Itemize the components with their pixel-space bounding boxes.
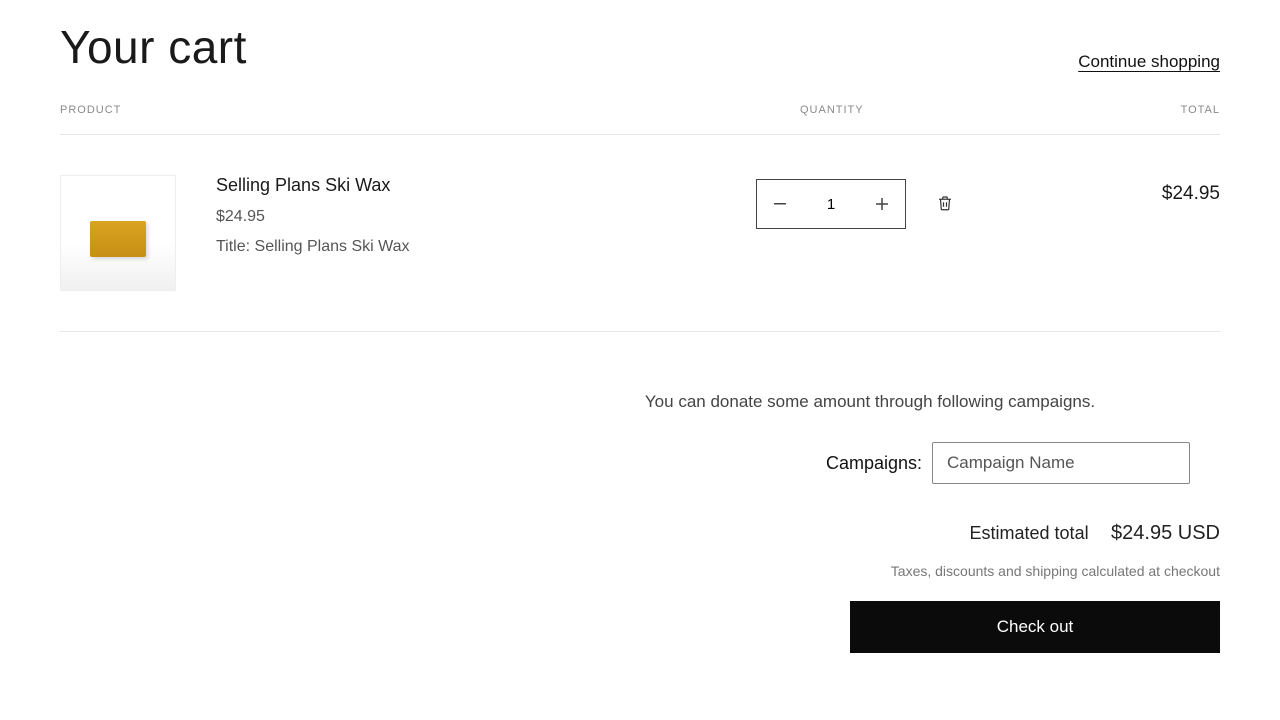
decrease-quantity-button[interactable] [757,180,803,228]
page-title: Your cart [60,20,247,74]
product-column-header: PRODUCT [60,104,760,116]
donate-message: You can donate some amount through follo… [520,392,1220,412]
minus-icon [774,203,786,205]
campaigns-label: Campaigns: [826,453,922,474]
product-thumbnail [60,175,176,291]
total-column-header: TOTAL [1050,104,1220,116]
quantity-input[interactable] [803,180,859,228]
product-image [90,221,146,257]
estimated-total-label: Estimated total [970,523,1089,543]
remove-item-button[interactable] [936,193,954,216]
line-total: $24.95 [1006,175,1220,205]
product-name: Selling Plans Ski Wax [216,175,736,196]
cart-item-row: Selling Plans Ski Wax $24.95 Title: Sell… [60,135,1220,332]
checkout-button[interactable]: Check out [850,601,1220,653]
quantity-stepper [756,179,906,229]
tax-note: Taxes, discounts and shipping calculated… [60,563,1220,579]
cart-table-header: PRODUCT QUANTITY TOTAL [60,104,1220,135]
quantity-column-header: QUANTITY [760,104,1050,116]
estimated-total-amount: $24.95 USD [1111,522,1220,544]
increase-quantity-button[interactable] [859,180,905,228]
product-title-line: Title: Selling Plans Ski Wax [216,238,736,256]
campaigns-select[interactable]: Campaign Name [932,442,1190,484]
trash-icon [936,193,954,213]
continue-shopping-link[interactable]: Continue shopping [1078,52,1220,72]
product-price: $24.95 [216,208,736,226]
plus-icon [876,198,888,210]
